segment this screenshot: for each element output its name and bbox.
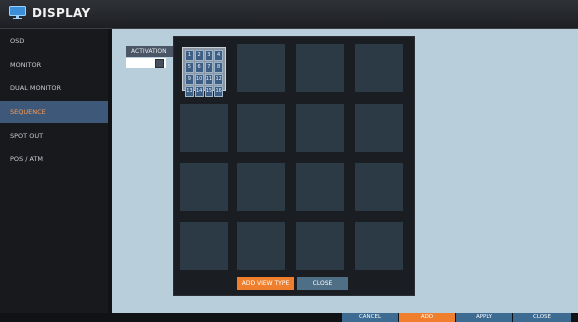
sidebar: OSD MONITOR DUAL MONITOR SEQUENCE SPOT O… bbox=[0, 29, 108, 313]
view-type-slot[interactable] bbox=[237, 44, 285, 92]
apply-button[interactable]: APPLY bbox=[456, 313, 512, 322]
view-type-slot[interactable] bbox=[180, 222, 228, 270]
view-type-slot[interactable] bbox=[355, 44, 403, 92]
channel-cell[interactable]: 3 bbox=[204, 50, 214, 61]
sidebar-item-spot-out[interactable]: SPOT OUT bbox=[0, 125, 108, 147]
channel-cell[interactable]: 16 bbox=[214, 86, 223, 97]
channel-layout-selector[interactable]: 1 2 3 4 5 6 7 8 9 10 11 12 13 14 15 16 bbox=[182, 47, 226, 97]
view-type-slot[interactable] bbox=[237, 104, 285, 152]
view-type-slot[interactable] bbox=[296, 222, 344, 270]
footer-bar: CANCEL ADD APPLY CLOSE bbox=[0, 313, 578, 322]
sidebar-item-osd[interactable]: OSD bbox=[0, 30, 108, 52]
view-type-slot[interactable] bbox=[180, 163, 228, 211]
page-title: DISPLAY bbox=[32, 6, 91, 20]
channel-cell[interactable]: 5 bbox=[185, 62, 194, 73]
view-type-dialog: 1 2 3 4 5 6 7 8 9 10 11 12 13 14 15 16 ADD VIEW TYPE CL… bbox=[173, 36, 415, 296]
channel-cell[interactable]: 11 bbox=[204, 74, 214, 85]
channel-cell[interactable]: 8 bbox=[214, 62, 223, 73]
view-type-slot[interactable] bbox=[180, 104, 228, 152]
sidebar-item-pos-atm[interactable]: POS / ATM bbox=[0, 148, 108, 170]
channel-cell[interactable]: 7 bbox=[204, 62, 214, 73]
activation-checkbox[interactable] bbox=[155, 59, 164, 68]
view-type-slot[interactable] bbox=[237, 163, 285, 211]
channel-cell[interactable]: 13 bbox=[185, 86, 194, 97]
view-type-slot[interactable] bbox=[296, 163, 344, 211]
add-view-type-button[interactable]: ADD VIEW TYPE bbox=[237, 277, 294, 290]
dialog-close-button[interactable]: CLOSE bbox=[297, 277, 348, 290]
view-type-slot[interactable] bbox=[296, 104, 344, 152]
channel-cell[interactable]: 6 bbox=[194, 62, 204, 73]
view-type-slot[interactable] bbox=[237, 222, 285, 270]
channel-cell[interactable]: 1 bbox=[185, 50, 194, 61]
sidebar-item-sequence[interactable]: SEQUENCE bbox=[0, 101, 108, 123]
view-type-slot[interactable] bbox=[355, 163, 403, 211]
view-type-slot[interactable] bbox=[355, 222, 403, 270]
channel-cell[interactable]: 2 bbox=[194, 50, 204, 61]
channel-cell[interactable]: 4 bbox=[214, 50, 223, 61]
header-bar: DISPLAY bbox=[0, 0, 578, 29]
sidebar-item-dual-monitor[interactable]: DUAL MONITOR bbox=[0, 77, 108, 99]
add-button[interactable]: ADD bbox=[399, 313, 455, 322]
view-type-slot[interactable] bbox=[296, 44, 344, 92]
monitor-icon bbox=[9, 6, 26, 19]
view-type-slot[interactable] bbox=[355, 104, 403, 152]
channel-cell[interactable]: 9 bbox=[185, 74, 194, 85]
close-button[interactable]: CLOSE bbox=[513, 313, 571, 322]
channel-cell[interactable]: 15 bbox=[204, 86, 214, 97]
cancel-button[interactable]: CANCEL bbox=[342, 313, 398, 322]
sidebar-item-monitor[interactable]: MONITOR bbox=[0, 54, 108, 76]
channel-cell[interactable]: 10 bbox=[194, 74, 204, 85]
channel-cell[interactable]: 14 bbox=[194, 86, 204, 97]
channel-cell[interactable]: 12 bbox=[214, 74, 223, 85]
display-settings-screen: DISPLAY OSD MONITOR DUAL MONITOR SEQUENC… bbox=[0, 0, 578, 322]
activation-field[interactable] bbox=[126, 58, 166, 68]
